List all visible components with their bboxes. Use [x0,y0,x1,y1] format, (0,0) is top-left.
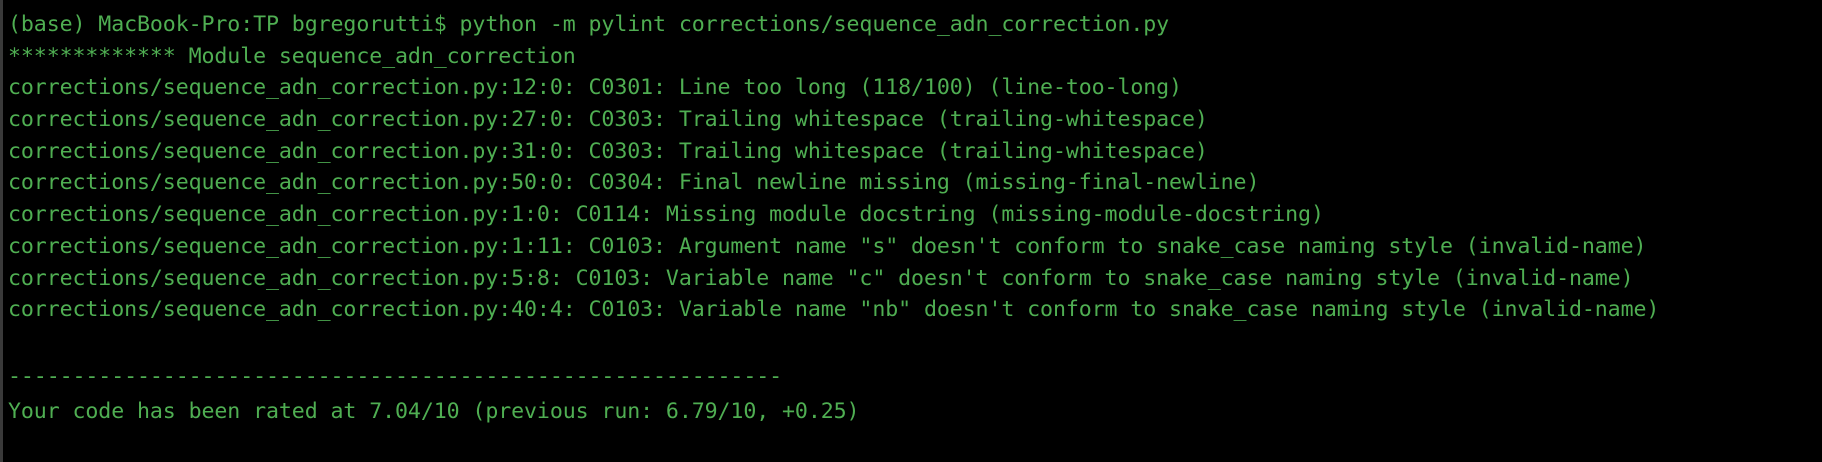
separator-line: ----------------------------------------… [8,363,783,389]
lint-message: corrections/sequence_adn_correction.py:4… [8,297,1660,323]
rating-line: Your code has been rated at 7.04/10 (pre… [8,398,860,424]
terminal-output[interactable]: (base) MacBook-Pro:TP bgregorutti$ pytho… [8,9,1659,427]
lint-message: corrections/sequence_adn_correction.py:1… [8,233,1647,259]
lint-message: corrections/sequence_adn_correction.py:1… [8,75,1182,101]
lint-message: corrections/sequence_adn_correction.py:5… [8,265,1634,291]
lint-message: corrections/sequence_adn_correction.py:2… [8,107,1208,133]
module-header: ************* Module sequence_adn_correc… [8,43,576,69]
command-prompt-line: (base) MacBook-Pro:TP bgregorutti$ pytho… [8,12,1170,37]
lint-message: corrections/sequence_adn_correction.py:5… [8,170,1260,196]
lint-message: corrections/sequence_adn_correction.py:1… [8,202,1324,228]
lint-message: corrections/sequence_adn_correction.py:3… [8,138,1208,164]
window-border [0,0,3,462]
